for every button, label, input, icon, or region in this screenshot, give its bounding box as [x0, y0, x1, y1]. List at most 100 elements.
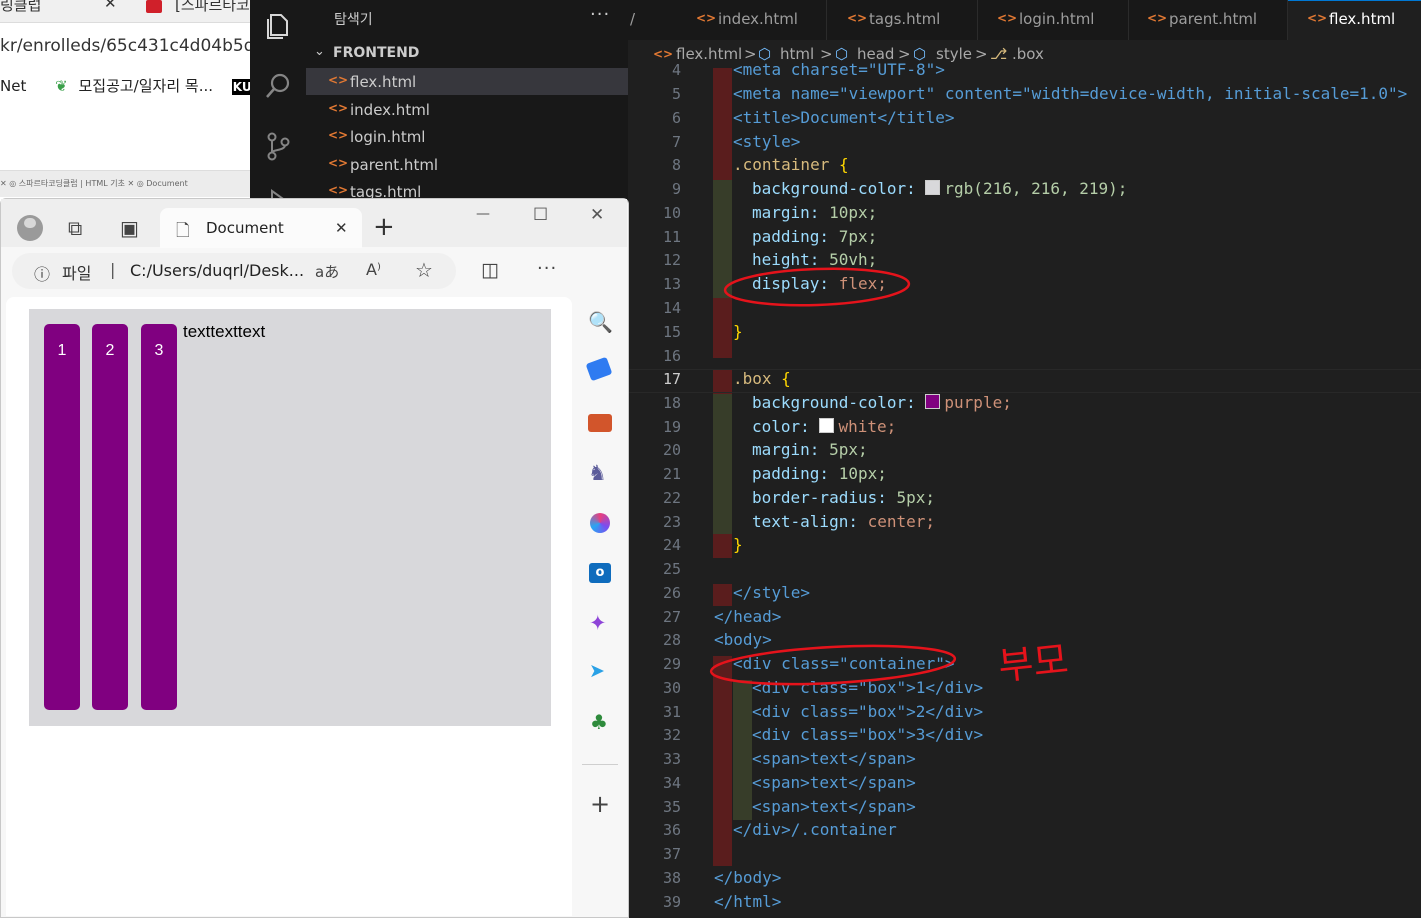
line-number: 36 — [662, 821, 681, 839]
line-number: 37 — [662, 845, 681, 863]
sidebar-designer-icon[interactable]: ✦ — [589, 611, 607, 635]
code-value: 10px; — [829, 203, 878, 222]
tab-close-icon[interactable]: ✕ — [335, 219, 348, 237]
explorer-more-icon[interactable]: ··· — [590, 4, 610, 25]
split-screen-icon[interactable]: ◫ — [481, 259, 499, 281]
tab-label-flex: flex.html — [1329, 10, 1396, 28]
html-file-icon: <> — [1147, 11, 1168, 25]
html-file-icon: <> — [653, 47, 674, 61]
breadcrumb-separator: > — [975, 45, 988, 63]
bookmark-net[interactable]: Net — [0, 77, 26, 95]
line-number: 10 — [662, 204, 681, 222]
line-number: 5 — [671, 85, 681, 103]
flex-box-1: 1 — [44, 324, 80, 710]
line-number: 38 — [662, 869, 681, 887]
tab-label-parent: parent.html — [1169, 10, 1258, 28]
code-selector: .container — [733, 155, 830, 174]
code-line-7: <style> — [733, 132, 800, 151]
line-number: 23 — [662, 513, 681, 531]
window-maximize-button[interactable]: ☐ — [533, 205, 548, 225]
color-swatch-icon[interactable] — [925, 180, 941, 195]
code-text: <span>text</span> — [752, 773, 916, 792]
sidebar-tree-icon[interactable]: ♣ — [590, 710, 608, 734]
code-text: <meta charset="UTF-8"> — [733, 60, 945, 79]
window-close-button[interactable]: ✕ — [590, 205, 604, 225]
code-property: margin: — [752, 203, 820, 222]
bookmark-leaf-icon: ❦ — [55, 77, 68, 95]
html-file-icon: <> — [328, 128, 349, 142]
red-annotation-marks — [709, 267, 957, 686]
sidebar-search-icon[interactable]: 🔍 — [588, 310, 613, 334]
workspaces-icon[interactable]: ⧉ — [68, 216, 82, 240]
flex-box-3: 3 — [141, 324, 177, 710]
code-line-5: <meta name="viewport" content="width=dev… — [733, 84, 1407, 103]
new-tab-plus-icon[interactable]: + — [373, 212, 395, 242]
line-number: 6 — [671, 109, 681, 127]
line-number: 31 — [662, 703, 681, 721]
line-number: 15 — [662, 323, 681, 341]
code-text: </html> — [714, 892, 782, 911]
line-number: 4 — [671, 61, 681, 79]
html-file-icon: <> — [847, 11, 868, 25]
code-value: rgb(216, 216, 219); — [944, 179, 1128, 198]
sidebar-games-icon[interactable]: ♞ — [588, 461, 607, 485]
line-number: 30 — [662, 679, 681, 697]
line-number: 16 — [662, 347, 681, 365]
line-number: 9 — [671, 180, 681, 198]
explorer-files-icon[interactable] — [262, 10, 294, 42]
explorer-title: 탐색기 — [334, 12, 373, 28]
source-control-icon[interactable] — [262, 130, 294, 162]
sidebar-send-icon[interactable]: ➤ — [589, 660, 605, 682]
background-tab-close[interactable]: ✕ — [104, 0, 117, 12]
line-number: 32 — [662, 726, 681, 744]
browser-tab-title: Document — [206, 219, 284, 237]
window-minimize-button[interactable]: — — [476, 206, 490, 222]
line-number: 26 — [662, 584, 681, 602]
background-tab-favicon — [146, 0, 162, 13]
page-icon: 🗋 — [176, 221, 190, 241]
tab-label-login: login.html — [1019, 10, 1095, 28]
sidebar-outlook-icon[interactable]: o — [589, 563, 611, 583]
background-bookmarks-bar: Net ❦ 모집공고/일자리 목... KU — [0, 70, 253, 104]
sidebar-m365-icon[interactable] — [590, 513, 610, 533]
code-line-32: <div class="box">3</div> — [752, 725, 983, 744]
breadcrumb-selector[interactable]: .box — [1012, 45, 1044, 63]
search-icon[interactable] — [262, 70, 294, 102]
background-mini-tabs: ✕ ◎ 스파르타코딩클럽 | HTML 기초 ✕ ◎ Document — [0, 179, 188, 188]
line-number: 35 — [662, 798, 681, 816]
background-tab-1[interactable]: 링클럽 — [0, 0, 41, 15]
bookmark-jobs[interactable]: 모집공고/일자리 목... — [78, 77, 213, 95]
handwritten-note-parent: 부모 — [996, 637, 1071, 689]
run-debug-icon[interactable] — [262, 186, 294, 198]
tab-overflow[interactable]: / — [630, 10, 635, 28]
info-icon[interactable]: ⓘ — [34, 261, 50, 285]
sidebar-tools-icon[interactable] — [588, 414, 612, 432]
translate-icon[interactable]: aあ — [315, 261, 339, 282]
more-menu-icon[interactable]: ··· — [537, 258, 557, 279]
code-text: </div>/.container — [733, 820, 897, 839]
address-scheme: 파일 — [62, 264, 92, 283]
avatar-head — [24, 218, 36, 228]
sidebar-divider — [582, 764, 618, 765]
line-number: 33 — [662, 750, 681, 768]
span-text-content: texttexttext — [183, 322, 266, 341]
code-text: <title>Document</title> — [733, 108, 955, 127]
file-label-login: login.html — [350, 128, 426, 146]
line-number: 19 — [662, 418, 681, 436]
background-tab-2[interactable]: [스파르타코 — [175, 0, 250, 15]
tab-label-tags: tags.html — [869, 10, 941, 28]
diff-gutter-added — [733, 680, 752, 820]
line-number: 22 — [662, 489, 681, 507]
html-file-icon: <> — [328, 73, 349, 87]
address-url[interactable]: C:/Users/duqrl/Desk... — [130, 261, 304, 280]
line-number: 28 — [662, 631, 681, 649]
flex-box-2: 2 — [92, 324, 128, 710]
background-url-bar[interactable]: kr/enrolleds/65c431c4d04b5d11 — [0, 26, 276, 66]
html-file-icon: <> — [328, 156, 349, 170]
sidebar-add-icon[interactable]: + — [590, 790, 610, 818]
read-aloud-icon[interactable]: A⁾ — [366, 260, 381, 279]
code-line-8: .container { — [733, 155, 849, 174]
favorite-star-icon[interactable]: ☆ — [415, 258, 433, 282]
line-number: 13 — [662, 275, 681, 293]
tab-actions-icon[interactable]: ▣ — [120, 216, 139, 240]
